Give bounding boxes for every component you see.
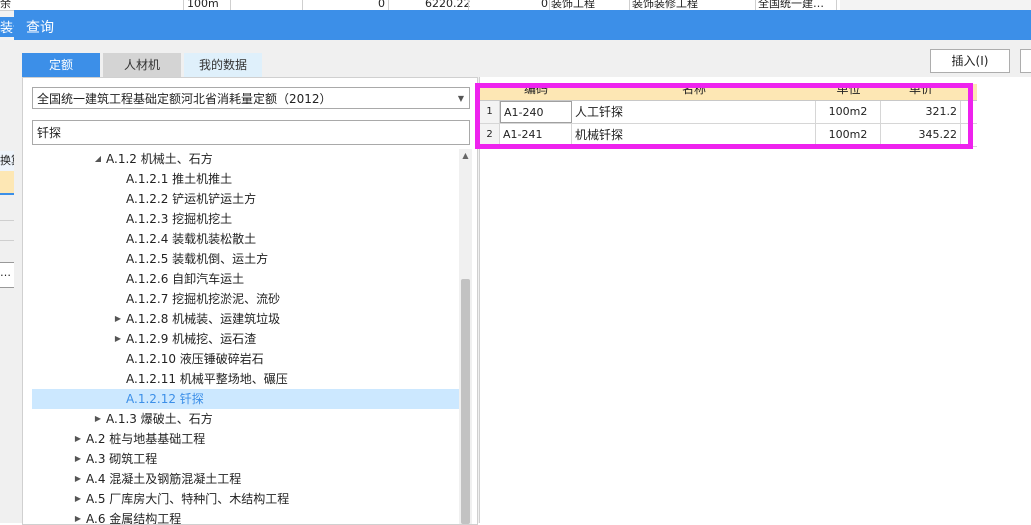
chapter-tree: ◢ A.1.2 机械土、石方 A.1.2.1 推土机推土 A.1.2.2 铲运机铲运土… — [32, 149, 459, 524]
collapse-arrow-icon[interactable]: ◢ — [93, 149, 103, 169]
tree-node[interactable]: ▶ A.1.3 爆破土、石方 — [32, 409, 459, 429]
tree-node[interactable]: ▶ A.1.2.9 机械挖、运石渣 — [32, 329, 459, 349]
table-row[interactable]: 1 A1-240 人工钎探 100m2 321.2 — [480, 101, 977, 124]
tree-node[interactable]: A.1.2.5 装载机倒、运土方 — [32, 249, 459, 269]
column-header-code[interactable]: 编码 — [500, 84, 572, 96]
tree-node-label: A.1.2.2 铲运机铲运土方 — [126, 192, 257, 206]
tree-node[interactable]: ▶ A.1.2.8 机械装、运建筑垃圾 — [32, 309, 459, 329]
tree-node-label: A.3 砌筑工程 — [86, 452, 158, 466]
tree-node-label: A.1.2.7 挖掘机挖淤泥、流砂 — [126, 292, 281, 306]
column-header-name[interactable]: 名称 — [572, 84, 816, 96]
tree-node[interactable]: ▶ A.4 混凝土及钢筋混凝土工程 — [32, 469, 459, 489]
insert-button[interactable]: 插入(I) — [930, 49, 1010, 73]
result-grid-panel: 编码 名称 单位 单价 1 A1-240 人工钎探 100m2 321.2 2 … — [479, 77, 1031, 523]
tree-node-label: A.1.3 爆破土、石方 — [106, 412, 213, 426]
tree-node[interactable]: A.1.2.6 自卸汽车运土 — [32, 269, 459, 289]
bg-left-divider — [0, 240, 14, 241]
tree-node[interactable]: ▶ A.2 桩与地基基础工程 — [32, 429, 459, 449]
bg-left-highlight — [0, 171, 14, 193]
quota-tree-panel: 全国统一建筑工程基础定额河北省消耗量定额（2012） ▼ ◢A.1.2 机械土、… — [22, 77, 478, 525]
tree-node-label: A.1.2.12 钎探 — [126, 392, 204, 406]
query-dialog: 装饰 查询 定额 人材机 我的数据 插入(I) 全国统一建筑工程基础定额河北省消… — [0, 10, 1031, 525]
tab-quota[interactable]: 定额 — [22, 53, 100, 77]
tree-node-label: A.1.2.11 机械平整场地、碾压 — [126, 372, 288, 386]
tree-node-label: A.1.2.5 装载机倒、运土方 — [126, 252, 269, 266]
cell-code[interactable]: A1-240 — [500, 101, 572, 123]
bg-cell: 6220.22 — [425, 0, 471, 10]
expand-arrow-icon[interactable]: ▶ — [93, 409, 103, 429]
tree-node[interactable]: ▶ A.6 金属结构工程 — [32, 509, 459, 524]
bg-left-text: 换算 — [0, 151, 14, 171]
bg-left-label: 装饰 — [0, 17, 14, 37]
tree-node[interactable]: ▶ A.3 砌筑工程 — [32, 449, 459, 469]
tab-labor-material-machine[interactable]: 人材机 — [103, 53, 181, 77]
tree-node[interactable]: A.1.2.7 挖掘机挖淤泥、流砂 — [32, 289, 459, 309]
cell-unit[interactable]: 100m2 — [816, 124, 881, 146]
cell-price[interactable]: 321.2 — [881, 101, 961, 123]
dialog-title: 查询 — [26, 20, 54, 36]
bg-left-divider — [0, 220, 14, 221]
cell-price[interactable]: 345.22 — [881, 124, 961, 146]
quota-library-value: 全国统一建筑工程基础定额河北省消耗量定额（2012） — [37, 92, 332, 106]
tree-node-label: A.5 厂库房大门、特种门、木结构工程 — [86, 492, 290, 506]
tree-node-label: A.1.2.1 推土机推土 — [126, 172, 233, 186]
tree-node-label: A.1.2 机械土、石方 — [106, 152, 213, 166]
tree-node[interactable]: A.1.2.3 挖掘机挖土 — [32, 209, 459, 229]
tree-node[interactable]: A.1.2.11 机械平整场地、碾压 — [32, 369, 459, 389]
expand-arrow-icon[interactable]: ▶ — [73, 509, 83, 524]
tree-node[interactable]: A.1.2.4 装载机装松散土 — [32, 229, 459, 249]
tree-node-label: A.1.2.4 装载机装松散土 — [126, 232, 257, 246]
expand-arrow-icon[interactable]: ▶ — [113, 329, 123, 349]
secondary-button[interactable] — [1020, 49, 1031, 73]
tree-node-label: A.6 金属结构工程 — [86, 512, 182, 524]
expand-arrow-icon[interactable]: ▶ — [73, 429, 83, 449]
column-header-unit[interactable]: 单位 — [816, 84, 881, 96]
tree-node-label: A.1.2.3 挖掘机挖土 — [126, 212, 233, 226]
cell-code[interactable]: A1-241 — [500, 124, 572, 146]
bg-cell: 100m — [187, 0, 219, 10]
scrollbar-thumb[interactable] — [461, 279, 470, 524]
bg-left-text: … — [0, 262, 14, 288]
expand-arrow-icon[interactable]: ▶ — [73, 469, 83, 489]
row-number: 1 — [480, 101, 500, 123]
tree-node-label: A.4 混凝土及钢筋混凝土工程 — [86, 472, 242, 486]
scroll-up-icon[interactable]: ▲ — [459, 149, 472, 162]
cell-unit[interactable]: 100m2 — [816, 101, 881, 123]
tree-node[interactable]: A.1.2.10 液压锤破碎岩石 — [32, 349, 459, 369]
tree-node-label: A.1.2.8 机械装、运建筑垃圾 — [126, 312, 281, 326]
expand-arrow-icon[interactable]: ▶ — [113, 309, 123, 329]
row-number: 2 — [480, 124, 500, 146]
cell-name[interactable]: 机械钎探 — [572, 124, 816, 146]
dialog-title-bar[interactable]: 装饰 查询 — [0, 10, 1031, 40]
bg-cell: 装饰装修工程 — [632, 0, 698, 10]
tree-scrollbar[interactable]: ▲ — [459, 149, 472, 524]
cell-name[interactable]: 人工钎探 — [572, 101, 816, 123]
background-left-strip: 换算 … — [0, 40, 15, 523]
tree-node-label: A.1.2.9 机械挖、运石渣 — [126, 332, 257, 346]
bg-cell: 余 — [0, 0, 11, 10]
tree-node-label: A.2 桩与地基基础工程 — [86, 432, 206, 446]
expand-arrow-icon[interactable]: ▶ — [73, 489, 83, 509]
bg-cell: 0 — [541, 0, 548, 10]
table-row[interactable]: 2 A1-241 机械钎探 100m2 345.22 — [480, 124, 977, 147]
tree-node[interactable]: A.1.2.12 钎探 — [32, 389, 459, 409]
chevron-down-icon[interactable]: ▼ — [458, 88, 464, 110]
tab-my-data[interactable]: 我的数据 — [184, 53, 262, 77]
tree-node-label: A.1.2.6 自卸汽车运土 — [126, 272, 245, 286]
bg-left-accent — [0, 193, 14, 195]
bg-cell: 0 — [378, 0, 385, 10]
grid-header: 编码 名称 单位 单价 — [480, 84, 977, 101]
tree-node-label: A.1.2.10 液压锤破碎岩石 — [126, 352, 264, 366]
bg-cell: 全国统一建… — [758, 0, 824, 10]
expand-arrow-icon[interactable]: ▶ — [73, 449, 83, 469]
bg-cell: 装饰工程 — [551, 0, 595, 10]
tree-node[interactable]: ◢ A.1.2 机械土、石方 — [32, 149, 459, 169]
tree-node[interactable]: A.1.2.2 铲运机铲运土方 — [32, 189, 459, 209]
column-header-price[interactable]: 单价 — [881, 84, 961, 96]
tree-node[interactable]: ▶ A.5 厂库房大门、特种门、木结构工程 — [32, 489, 459, 509]
quota-library-select[interactable]: 全国统一建筑工程基础定额河北省消耗量定额（2012） ▼ — [32, 87, 470, 109]
search-input[interactable] — [32, 120, 470, 145]
tree-node[interactable]: A.1.2.1 推土机推土 — [32, 169, 459, 189]
